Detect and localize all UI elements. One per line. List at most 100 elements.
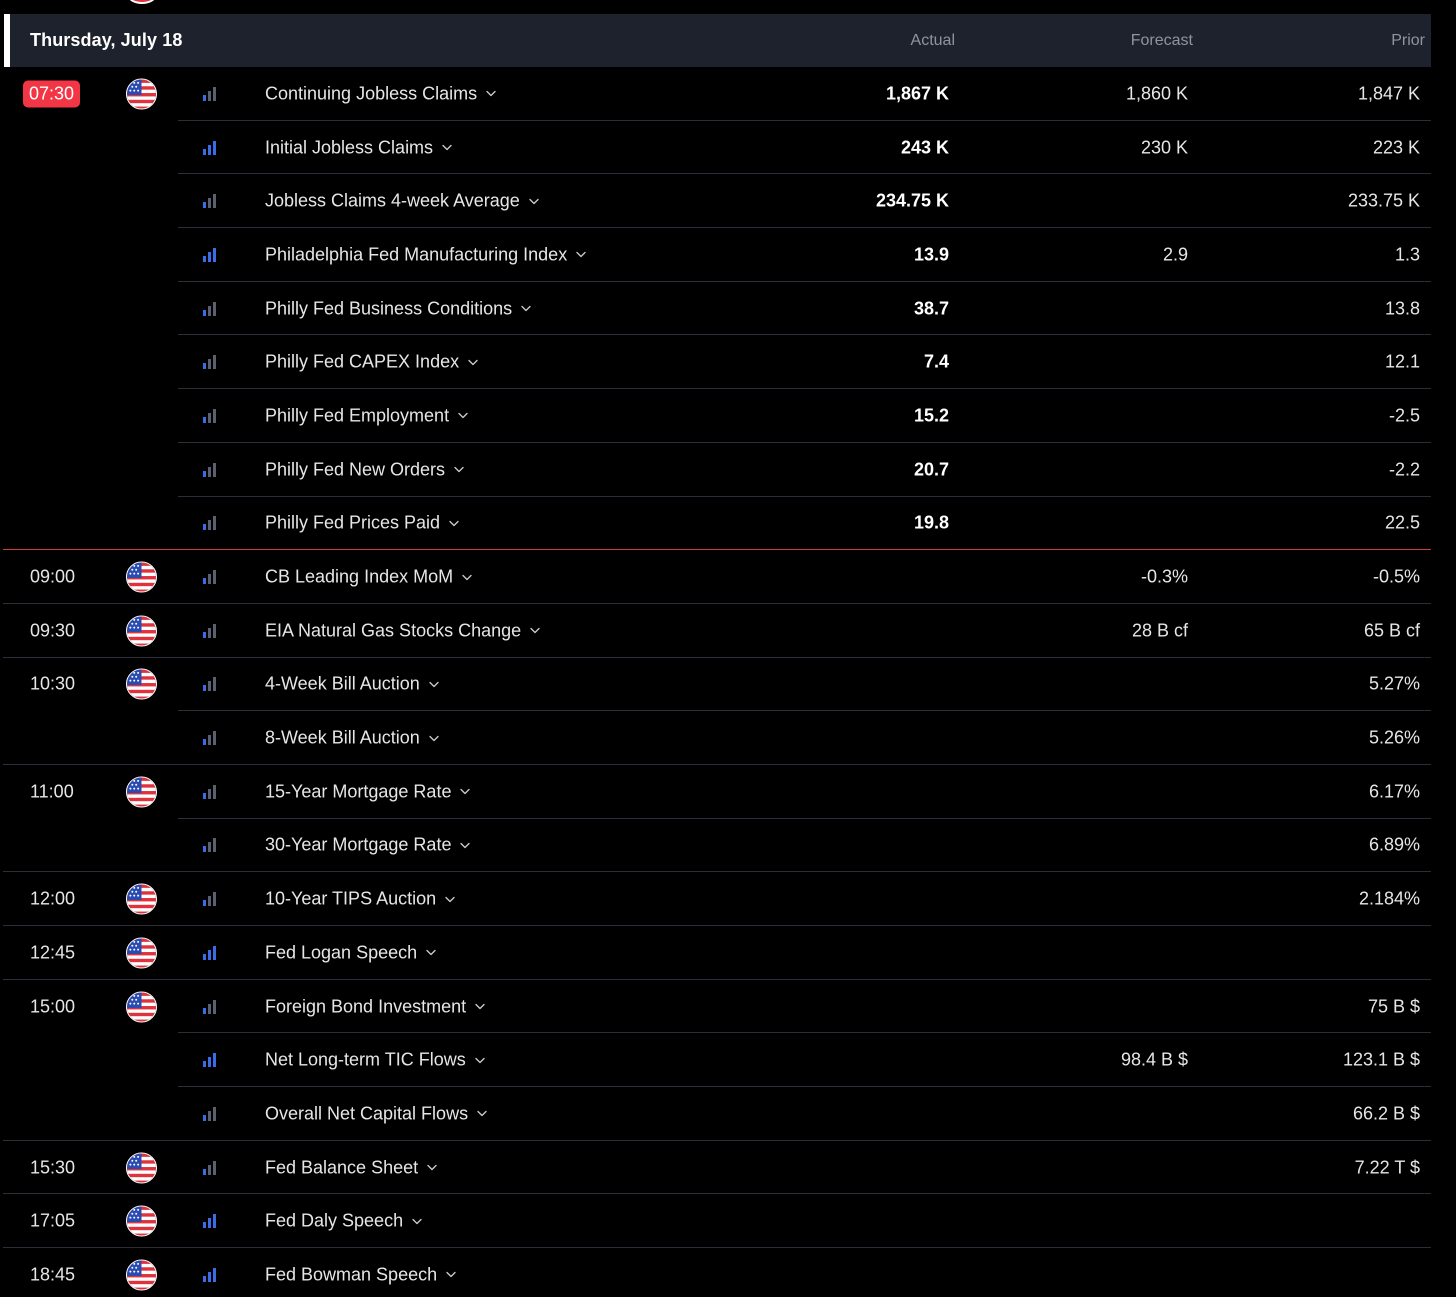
- event-name[interactable]: Net Long-term TIC Flows: [265, 1050, 486, 1071]
- event-name[interactable]: Philly Fed Employment: [265, 405, 469, 426]
- chevron-down-icon[interactable]: [428, 678, 440, 690]
- chevron-down-icon[interactable]: [459, 839, 471, 851]
- column-header-forecast[interactable]: Forecast: [1131, 32, 1193, 50]
- chevron-down-icon[interactable]: [474, 1001, 486, 1013]
- chevron-down-icon[interactable]: [453, 464, 465, 476]
- prior-value: -0.5%: [1372, 566, 1420, 587]
- importance-bars-icon: [203, 301, 218, 316]
- importance-bars-icon: [203, 462, 218, 477]
- chevron-down-icon[interactable]: [457, 410, 469, 422]
- event-name[interactable]: 10-Year TIPS Auction: [265, 889, 456, 910]
- table-row[interactable]: 09:00 CB Leading Index MoM -0.3% -0.5%: [0, 550, 1456, 604]
- importance-bars-icon: [203, 1053, 218, 1068]
- event-name[interactable]: Initial Jobless Claims: [265, 137, 453, 158]
- chevron-down-icon[interactable]: [444, 893, 456, 905]
- importance-bars-icon: [203, 784, 218, 799]
- us-flag-icon: [126, 937, 157, 969]
- us-flag-icon: [126, 78, 157, 110]
- importance-bars-icon: [203, 1106, 218, 1121]
- table-row[interactable]: Philly Fed Prices Paid 19.8 22.5: [0, 497, 1456, 551]
- chevron-down-icon[interactable]: [428, 732, 440, 744]
- previous-row-fragment: [0, 0, 1456, 14]
- table-row[interactable]: 8-Week Bill Auction 5.26%: [0, 711, 1456, 765]
- event-name[interactable]: 4-Week Bill Auction: [265, 674, 440, 695]
- forecast-value: 1,860 K: [1125, 83, 1188, 104]
- prior-value: 6.17%: [1368, 781, 1420, 802]
- chevron-down-icon[interactable]: [476, 1108, 488, 1120]
- event-name[interactable]: Fed Balance Sheet: [265, 1157, 438, 1178]
- event-name[interactable]: Foreign Bond Investment: [265, 996, 486, 1017]
- table-row[interactable]: Philly Fed Business Conditions 38.7 13.8: [0, 282, 1456, 336]
- prior-value: 13.8: [1384, 298, 1420, 319]
- event-name[interactable]: EIA Natural Gas Stocks Change: [265, 620, 541, 641]
- event-time: 17:05: [30, 1210, 76, 1231]
- event-name[interactable]: 30-Year Mortgage Rate: [265, 835, 471, 856]
- chevron-down-icon[interactable]: [425, 947, 437, 959]
- table-row[interactable]: 12:00 10-Year TIPS Auction 2.184%: [0, 872, 1456, 926]
- importance-bars-icon: [203, 516, 218, 531]
- actual-value: 20.7: [913, 459, 949, 480]
- chevron-down-icon[interactable]: [441, 142, 453, 154]
- event-name-label: Continuing Jobless Claims: [265, 83, 478, 104]
- chevron-down-icon[interactable]: [459, 786, 471, 798]
- event-name[interactable]: 15-Year Mortgage Rate: [265, 781, 471, 802]
- table-row[interactable]: 17:05 Fed Daly Speech: [0, 1194, 1456, 1249]
- chevron-down-icon[interactable]: [426, 1162, 438, 1174]
- event-name[interactable]: Fed Daly Speech: [265, 1211, 423, 1232]
- table-row[interactable]: 12:45 Fed Logan Speech: [0, 926, 1456, 980]
- table-row[interactable]: Jobless Claims 4-week Average 234.75 K 233…: [0, 174, 1456, 229]
- event-time: 15:00: [30, 996, 76, 1017]
- table-row[interactable]: 18:45 Fed Bowman Speech: [0, 1248, 1456, 1297]
- importance-bars-icon: [203, 999, 218, 1014]
- column-header-prior[interactable]: Prior: [1391, 32, 1425, 50]
- prior-value: 7.22 T $: [1354, 1157, 1420, 1178]
- table-row[interactable]: 15:00 Foreign Bond Investment 75 B $: [0, 980, 1456, 1034]
- chevron-down-icon[interactable]: [467, 356, 479, 368]
- event-name[interactable]: Philly Fed CAPEX Index: [265, 352, 479, 373]
- event-name-label: Foreign Bond Investment: [265, 996, 467, 1017]
- chevron-down-icon[interactable]: [474, 1054, 486, 1066]
- event-name[interactable]: Fed Logan Speech: [265, 942, 437, 963]
- event-time: 10:30: [30, 673, 76, 694]
- event-name[interactable]: Philadelphia Fed Manufacturing Index: [265, 244, 587, 265]
- event-name-label: Philly Fed Employment: [265, 405, 450, 426]
- table-row[interactable]: Philly Fed CAPEX Index 7.4 12.1: [0, 335, 1456, 390]
- table-row[interactable]: Net Long-term TIC Flows 98.4 B $ 123.1 B $: [0, 1033, 1456, 1088]
- event-name[interactable]: Philly Fed Business Conditions: [265, 298, 532, 319]
- event-name[interactable]: Philly Fed New Orders: [265, 459, 465, 480]
- table-row[interactable]: 07:30 Continuing Jobless Claims 1,867 K 1,8…: [0, 67, 1456, 121]
- chevron-down-icon[interactable]: [461, 571, 473, 583]
- chevron-down-icon[interactable]: [485, 88, 497, 100]
- table-row[interactable]: 30-Year Mortgage Rate 6.89%: [0, 819, 1456, 873]
- importance-bars-icon: [203, 677, 218, 692]
- event-name[interactable]: Overall Net Capital Flows: [265, 1103, 488, 1124]
- event-name[interactable]: Philly Fed Prices Paid: [265, 513, 460, 534]
- table-row[interactable]: Overall Net Capital Flows 66.2 B $: [0, 1087, 1456, 1141]
- table-row[interactable]: Initial Jobless Claims 243 K 230 K 223 K: [0, 121, 1456, 175]
- importance-bars-icon: [203, 570, 218, 585]
- event-name[interactable]: 8-Week Bill Auction: [265, 728, 440, 749]
- table-row[interactable]: 15:30 Fed Balance Sheet 7.22 T $: [0, 1141, 1456, 1195]
- chevron-down-icon[interactable]: [411, 1215, 423, 1227]
- chevron-down-icon[interactable]: [528, 195, 540, 207]
- importance-bars-icon: [203, 1267, 218, 1282]
- table-row[interactable]: Philly Fed Employment 15.2 -2.5: [0, 389, 1456, 443]
- chevron-down-icon[interactable]: [448, 517, 460, 529]
- event-time: 09:30: [30, 620, 76, 641]
- event-name[interactable]: CB Leading Index MoM: [265, 567, 473, 588]
- chevron-down-icon[interactable]: [529, 625, 541, 637]
- table-row[interactable]: 11:00 15-Year Mortgage Rate 6.17%: [0, 765, 1456, 819]
- chevron-down-icon[interactable]: [575, 249, 587, 261]
- column-header-actual[interactable]: Actual: [911, 32, 955, 50]
- event-time: 12:45: [30, 942, 76, 963]
- chevron-down-icon[interactable]: [520, 303, 532, 315]
- forecast-value: -0.3%: [1140, 566, 1188, 587]
- event-name[interactable]: Continuing Jobless Claims: [265, 83, 497, 104]
- chevron-down-icon[interactable]: [445, 1269, 457, 1281]
- table-row[interactable]: 10:30 4-Week Bill Auction 5.27%: [0, 658, 1456, 712]
- table-row[interactable]: Philadelphia Fed Manufacturing Index 13.9…: [0, 228, 1456, 282]
- table-row[interactable]: Philly Fed New Orders 20.7 -2.2: [0, 443, 1456, 497]
- event-name[interactable]: Jobless Claims 4-week Average: [265, 191, 540, 212]
- table-row[interactable]: 09:30 EIA Natural Gas Stocks Change 28 B c…: [0, 604, 1456, 658]
- event-name[interactable]: Fed Bowman Speech: [265, 1264, 457, 1285]
